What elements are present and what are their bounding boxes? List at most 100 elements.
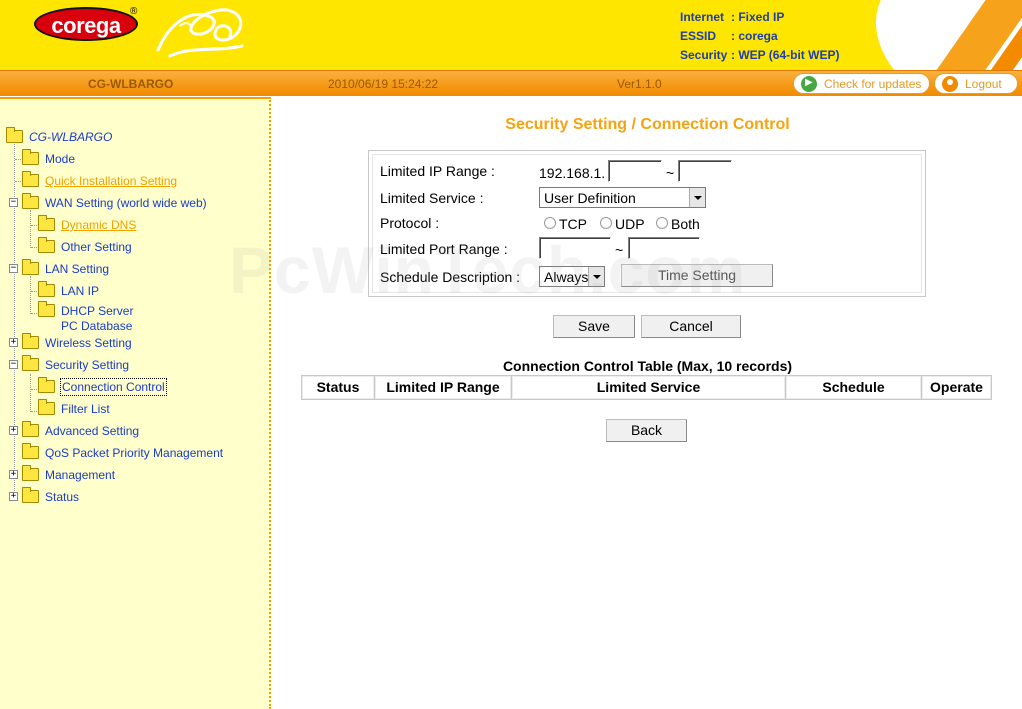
sidebar-item-label: Other Setting	[61, 240, 132, 254]
folder-icon	[22, 465, 39, 481]
folder-icon	[22, 487, 39, 503]
folder-open-icon	[22, 259, 39, 275]
folder-icon	[38, 215, 55, 231]
status-bar: CG-WLBARGO 2010/06/19 15:24:22 Ver1.1.0 …	[0, 70, 1022, 96]
back-button[interactable]: Back	[606, 419, 687, 442]
device-name: CG-WLBARGO	[88, 77, 174, 91]
protocol-tcp-label: TCP	[559, 216, 587, 232]
sidebar-item-label: Security Setting	[45, 358, 130, 372]
folder-icon	[38, 377, 55, 393]
sidebar-item-label: Quick Installation Setting	[45, 174, 178, 188]
protocol-udp-radio[interactable]	[600, 217, 612, 229]
connection-control-form: Limited IP Range : 192.168.1. ~ Limited …	[368, 150, 926, 297]
chevron-down-icon	[588, 267, 604, 286]
port-range-tilde: ~	[615, 242, 624, 258]
table-title: Connection Control Table (Max, 10 record…	[502, 358, 793, 374]
sidebar-item-label: LAN IP	[61, 284, 100, 298]
folder-icon	[22, 333, 39, 349]
expand-icon[interactable]: +	[9, 492, 18, 501]
folder-open-icon	[22, 355, 39, 371]
sidebar-item-label: CG-WLBARGO	[29, 130, 113, 144]
folder-icon	[22, 421, 39, 437]
logout-label: Logout	[965, 77, 1002, 91]
sidebar-item-label: Filter List	[61, 402, 110, 416]
schedule-select[interactable]: Always	[539, 266, 605, 287]
ip-range-label: Limited IP Range :	[380, 163, 495, 179]
sidebar-item-label: Connection Control	[60, 378, 167, 396]
sidebar-item-label: Advanced Setting	[45, 424, 140, 438]
page-title: Security Setting / Connection Control	[505, 116, 790, 133]
check-updates-button[interactable]: Check for updates	[793, 73, 930, 94]
folder-icon	[38, 237, 55, 253]
firmware-version: Ver1.1.0	[617, 77, 662, 91]
collapse-icon[interactable]: −	[9, 360, 18, 369]
protocol-both-radio[interactable]	[656, 217, 668, 229]
expand-icon[interactable]: +	[9, 426, 18, 435]
logout-button[interactable]: Logout	[934, 73, 1018, 94]
essid-value: : corega	[731, 29, 778, 43]
protocol-tcp-radio[interactable]	[544, 217, 556, 229]
corega-logo: corega	[34, 7, 138, 41]
ip-range-tilde: ~	[666, 165, 675, 181]
protocol-label: Protocol :	[380, 215, 440, 231]
expand-icon[interactable]: +	[9, 470, 18, 479]
security-value: : WEP (64-bit WEP)	[731, 48, 840, 62]
chevron-down-icon	[689, 188, 705, 207]
ip-range-from-input[interactable]	[608, 160, 662, 182]
sidebar-item-label: WAN Setting (world wide web)	[45, 196, 207, 210]
check-updates-label: Check for updates	[824, 77, 922, 91]
sidebar-item-label: QoS Packet Priority Management	[45, 446, 224, 460]
service-label: Limited Service :	[380, 190, 484, 206]
essid-label: ESSID	[680, 29, 717, 43]
folder-icon	[38, 301, 55, 317]
sidebar-item-label: Management	[45, 468, 116, 482]
ip-range-to-input[interactable]	[678, 160, 732, 182]
column-header-operate: Operate	[922, 376, 991, 399]
folder-icon	[38, 399, 55, 415]
sidebar-item-label: DHCP Server	[61, 304, 134, 318]
protocol-udp-label: UDP	[615, 216, 645, 232]
expand-icon[interactable]: +	[9, 338, 18, 347]
sidebar-item-label: Dynamic DNS	[61, 218, 137, 232]
collapse-icon[interactable]: −	[9, 264, 18, 273]
time-setting-button[interactable]: Time Setting	[621, 264, 773, 287]
logo-text: corega	[51, 13, 121, 38]
tree-line	[30, 210, 31, 248]
form-inner-border: Limited IP Range : 192.168.1. ~ Limited …	[372, 154, 922, 293]
registered-mark: ®	[130, 6, 138, 17]
port-range-label: Limited Port Range :	[380, 241, 508, 257]
connection-control-table: Status Limited IP Range Limited Service …	[301, 375, 992, 400]
sidebar-item-label: PC Database	[61, 319, 133, 333]
sidebar-item-label: Status	[45, 490, 80, 504]
tree-line	[30, 374, 31, 412]
schedule-selected-value: Always	[544, 269, 589, 285]
port-range-to-input[interactable]	[628, 237, 700, 259]
cancel-button[interactable]: Cancel	[641, 315, 741, 338]
arrow-circle-icon	[801, 76, 817, 92]
tree-line	[30, 276, 31, 314]
column-header-service: Limited Service	[512, 376, 786, 399]
column-header-status: Status	[302, 376, 375, 399]
port-range-from-input[interactable]	[539, 237, 611, 259]
column-header-ip-range: Limited IP Range	[375, 376, 512, 399]
header-banner: corega ® Internet : Fixed IP ESSID : coreg…	[0, 0, 1022, 70]
connection-status-panel: Internet: Fixed IP ESSID: corega Securit…	[680, 10, 839, 67]
logo-flourish-icon	[156, 8, 244, 58]
folder-open-icon	[6, 127, 23, 143]
datetime: 2010/06/19 15:24:22	[328, 77, 439, 91]
column-header-schedule: Schedule	[786, 376, 922, 399]
sidebar-item-label: Wireless Setting	[45, 336, 132, 350]
save-button[interactable]: Save	[553, 315, 635, 338]
service-selected-value: User Definition	[544, 190, 636, 206]
service-select[interactable]: User Definition	[539, 187, 706, 208]
user-icon	[942, 76, 958, 92]
internet-value: : Fixed IP	[731, 10, 785, 24]
folder-icon	[22, 149, 39, 165]
ip-prefix: 192.168.1.	[539, 165, 606, 181]
folder-icon	[22, 443, 39, 459]
internet-label: Internet	[680, 10, 725, 24]
sidebar-item-label: LAN Setting	[45, 262, 110, 276]
sidebar-nav: CG-WLBARGO Mode Quick Installation Setti…	[0, 97, 271, 709]
protocol-both-label: Both	[671, 216, 700, 232]
collapse-icon[interactable]: −	[9, 198, 18, 207]
